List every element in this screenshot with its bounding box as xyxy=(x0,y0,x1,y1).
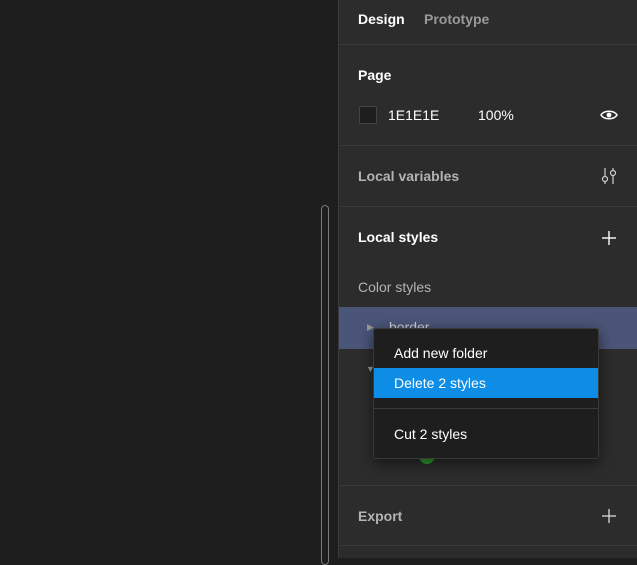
menu-separator xyxy=(374,408,598,409)
tab-design[interactable]: Design xyxy=(358,11,405,27)
plus-icon[interactable] xyxy=(598,505,620,527)
properties-panel: Design Prototype Page 1E1E1E 100% Local … xyxy=(338,0,637,558)
page-color-swatch[interactable] xyxy=(359,106,377,124)
menu-item-delete-styles[interactable]: Delete 2 styles xyxy=(374,368,598,398)
color-styles-title: Color styles xyxy=(358,279,432,295)
local-styles-title: Local styles xyxy=(358,229,439,245)
page-opacity-value[interactable]: 100% xyxy=(478,107,514,123)
plus-icon[interactable] xyxy=(598,227,620,249)
menu-item-cut-styles[interactable]: Cut 2 styles xyxy=(374,419,598,449)
local-variables-title[interactable]: Local variables xyxy=(358,168,459,184)
page-section-title: Page xyxy=(358,67,392,83)
sliders-icon[interactable] xyxy=(598,165,620,187)
divider xyxy=(339,206,637,207)
divider xyxy=(339,44,637,45)
divider xyxy=(339,145,637,146)
eye-icon[interactable] xyxy=(598,106,620,124)
context-menu: Add new folder Delete 2 styles Cut 2 sty… xyxy=(373,328,599,459)
export-title: Export xyxy=(358,508,403,524)
menu-item-add-new-folder[interactable]: Add new folder xyxy=(374,338,598,368)
page-color-value[interactable]: 1E1E1E xyxy=(388,107,439,123)
tab-prototype[interactable]: Prototype xyxy=(424,11,489,27)
canvas-scrollbar[interactable] xyxy=(321,205,329,565)
canvas[interactable] xyxy=(0,0,338,558)
divider xyxy=(339,545,637,546)
divider xyxy=(339,485,637,486)
